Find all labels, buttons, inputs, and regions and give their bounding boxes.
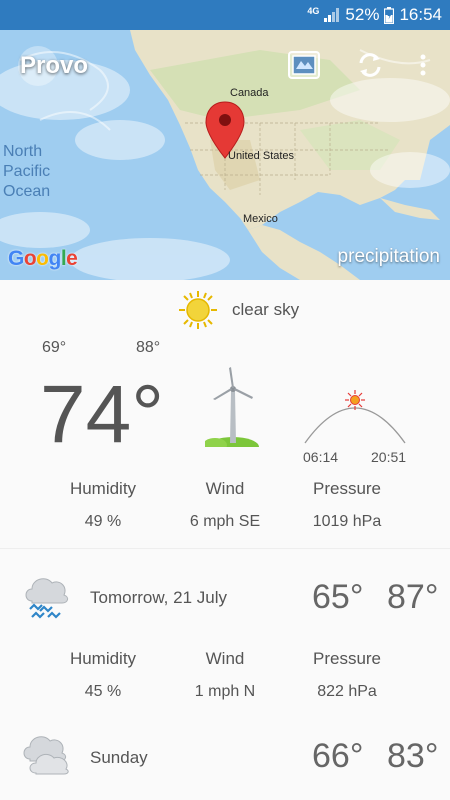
wind-turbine-icon: [205, 367, 259, 447]
overflow-menu-button[interactable]: [403, 47, 443, 83]
map-label-mexico: Mexico: [243, 213, 278, 225]
condition-text: clear sky: [232, 300, 300, 319]
map-label-united-states: United States: [228, 150, 295, 162]
forecast-low: 65°: [312, 578, 364, 616]
min-temp: 69°: [42, 339, 67, 356]
network-type: 4G: [307, 6, 320, 16]
forecast-wind-value: 1 mph N: [194, 683, 256, 700]
current-temp: 74°: [40, 369, 165, 460]
wind-label: Wind: [205, 479, 245, 498]
current-condition: clear sky: [178, 290, 299, 330]
map-label-canada: Canada: [230, 87, 269, 99]
pressure-label: Pressure: [312, 479, 382, 498]
map-icon: [288, 51, 320, 79]
signal-icon: [324, 8, 340, 22]
rain-cloud-icon: [25, 578, 69, 619]
forecast-date: Sunday: [90, 748, 148, 767]
sunset-time: 20:51: [371, 449, 407, 465]
sun-icon: [179, 291, 217, 329]
cloud-icon: [23, 736, 69, 775]
divider: [0, 548, 450, 549]
forecast-low: 66°: [312, 737, 364, 775]
battery-percent: 52%: [345, 5, 380, 24]
refresh-icon: [359, 53, 381, 77]
forecast-high: 83°: [387, 737, 439, 775]
forecast-humidity-value: 45 %: [84, 683, 122, 700]
pressure-value: 1019 hPa: [312, 513, 382, 530]
refresh-button[interactable]: [350, 47, 390, 83]
clock: 16:54: [399, 5, 442, 24]
battery-icon: [384, 6, 395, 24]
status-bar: 4G 52% 16:54: [0, 0, 450, 30]
wind-value: 6 mph SE: [189, 513, 261, 530]
map-label-ocean: North Pacific Ocean: [3, 143, 51, 200]
forecast-date: Tomorrow, 21 July: [90, 588, 227, 607]
map-layer-button[interactable]: [284, 47, 324, 83]
forecast-humidity-label: Humidity: [69, 649, 137, 668]
forecast-pressure-label: Pressure: [312, 649, 382, 668]
forecast-high: 87°: [387, 578, 439, 616]
humidity-value: 49 %: [84, 513, 122, 530]
google-logo: Google: [8, 247, 78, 270]
sunrise-time: 06:14: [303, 449, 339, 465]
forecast-wind-label: Wind: [205, 649, 245, 668]
forecast-pressure-value: 822 hPa: [317, 683, 377, 700]
humidity-label: Humidity: [69, 479, 137, 498]
max-temp: 88°: [136, 339, 161, 356]
sun-arc-icon: [304, 390, 406, 444]
city-name[interactable]: Provo: [20, 52, 88, 80]
more-vert-icon: [420, 54, 426, 76]
weather-map[interactable]: Provo Canada United States Mexico North …: [0, 30, 450, 280]
map-layer-label: precipitation: [337, 246, 440, 267]
